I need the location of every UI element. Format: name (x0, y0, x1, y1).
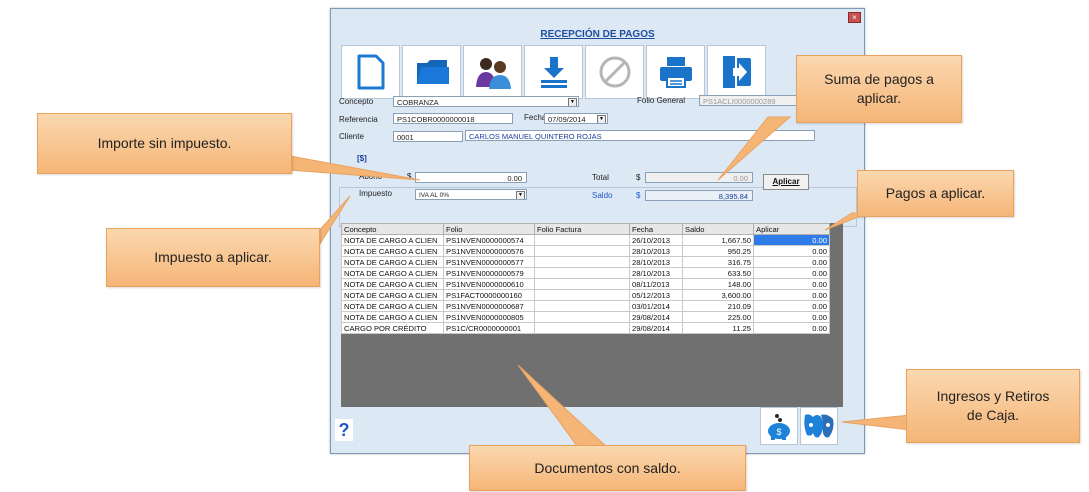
callout-importe: Importe sin impuesto. (37, 113, 292, 174)
callout-documentos-text: Documentos con saldo. (534, 459, 681, 476)
callout-impuesto-text: Impuesto a aplicar. (154, 249, 272, 265)
callout-pagos-aplicar-text: Pagos a aplicar. (885, 185, 986, 201)
callout-pointer-suma (717, 116, 792, 181)
callout-ingresos-text: Ingresos y Retiros de Caja. (936, 388, 1050, 423)
callout-pointer-importe (289, 155, 421, 181)
callout-suma-pagos-text: Suma de pagos a aplicar. (824, 71, 934, 106)
callout-pointer-documentos (517, 364, 612, 451)
callout-importe-text: Importe sin impuesto. (97, 135, 232, 151)
callout-ingresos: Ingresos y Retiros de Caja. (906, 369, 1080, 443)
callout-pointer-ingresos (841, 414, 911, 431)
callout-pointer-impuesto (317, 195, 351, 249)
callout-impuesto: Impuesto a aplicar. (106, 228, 320, 287)
callout-pagos-aplicar: Pagos a aplicar. (857, 170, 1014, 217)
callout-suma-pagos: Suma de pagos a aplicar. (796, 55, 962, 123)
callout-documentos: Documentos con saldo. (469, 445, 746, 491)
